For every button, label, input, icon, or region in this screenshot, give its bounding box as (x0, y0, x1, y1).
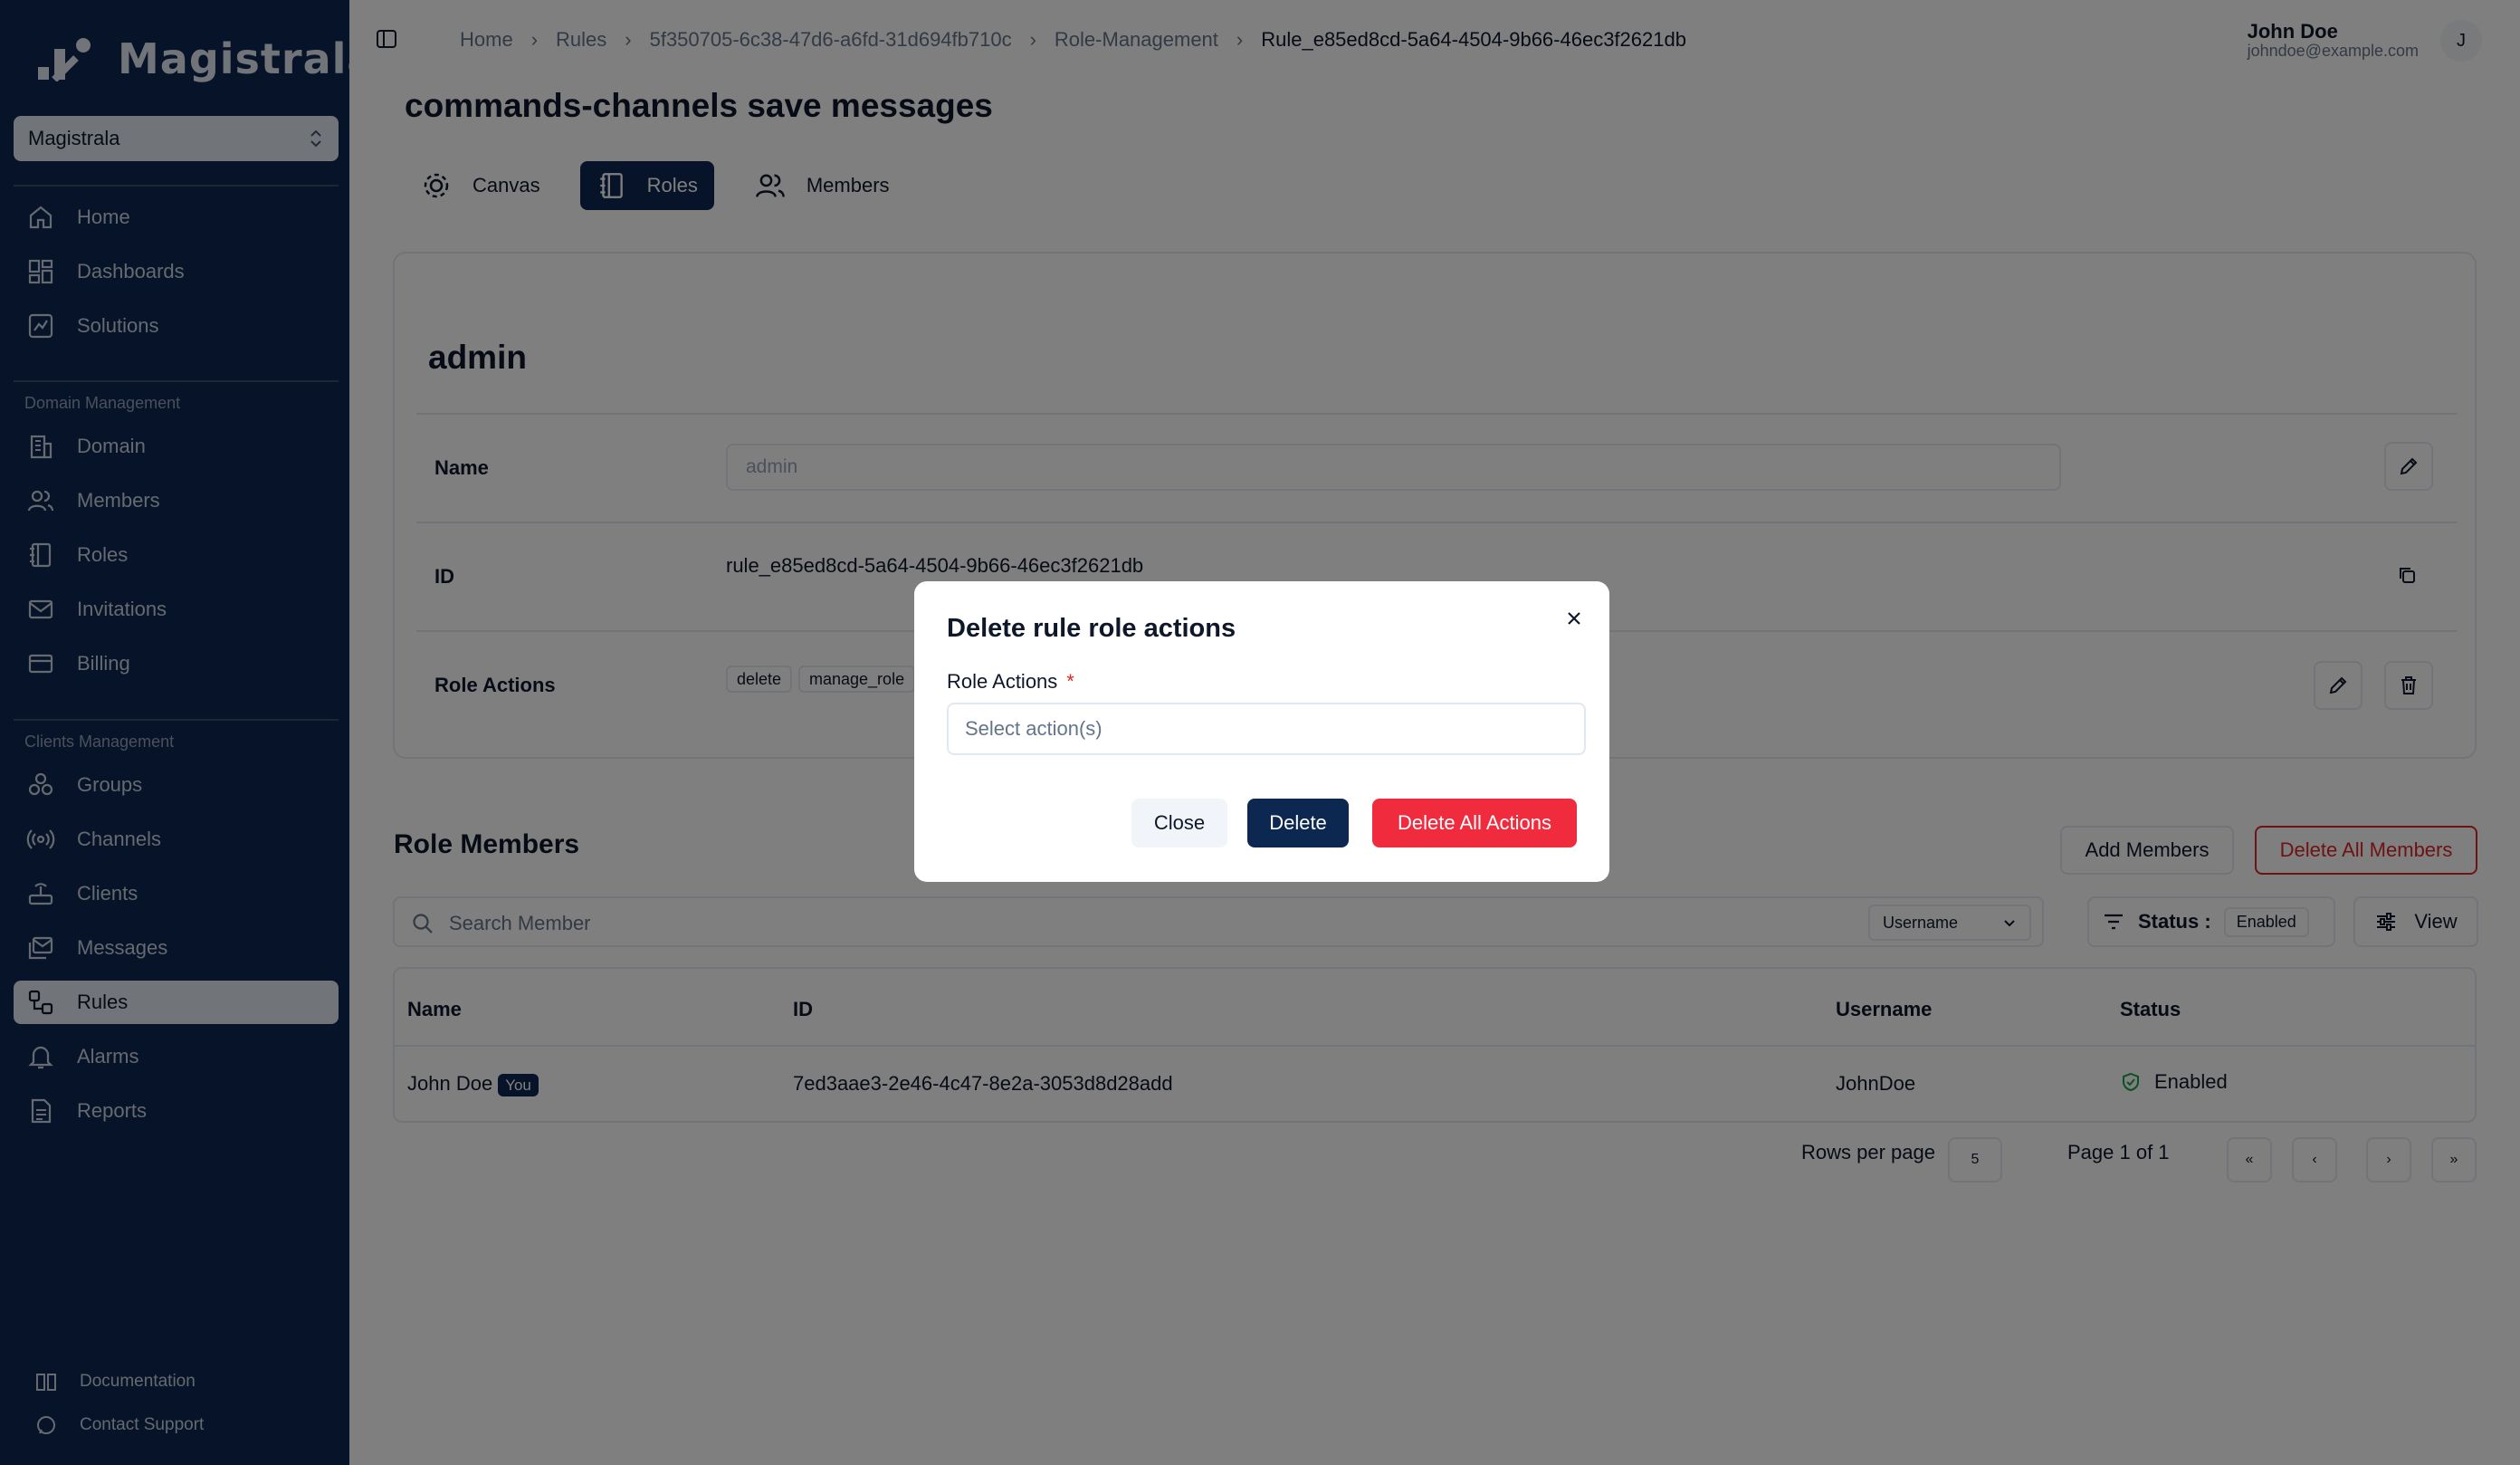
close-button[interactable]: Close (1131, 799, 1227, 847)
dialog-title: Delete rule role actions (947, 614, 1236, 643)
dialog-field-label: Role Actions * (947, 670, 1074, 693)
actions-select-input[interactable]: Select action(s) (947, 703, 1586, 755)
delete-actions-dialog: Delete rule role actions Role Actions * S… (914, 581, 1609, 882)
delete-button[interactable]: Delete (1247, 799, 1349, 847)
dialog-close-button[interactable] (1561, 605, 1588, 632)
close-icon (1568, 612, 1580, 625)
required-marker: * (1066, 670, 1074, 693)
delete-all-actions-button[interactable]: Delete All Actions (1372, 799, 1577, 847)
